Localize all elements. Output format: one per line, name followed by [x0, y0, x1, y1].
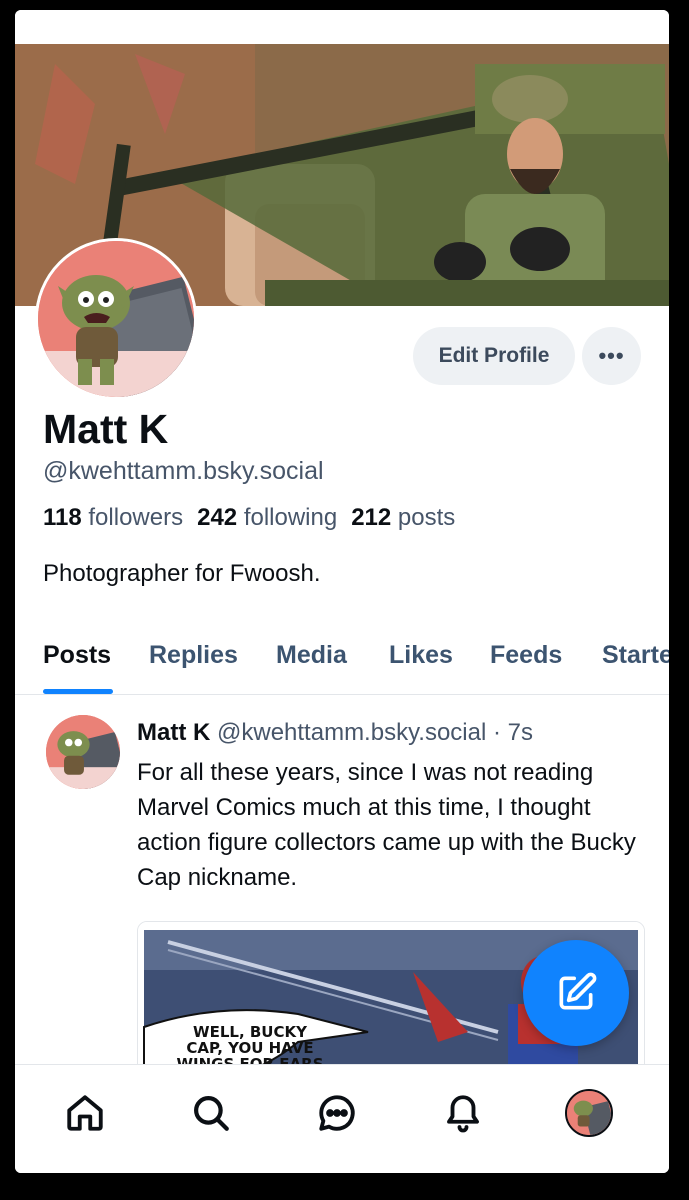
following-stat[interactable]: 242 following: [197, 504, 337, 531]
profile-avatar[interactable]: [35, 238, 197, 400]
goblin-avatar-image: [46, 715, 120, 789]
compose-post-button[interactable]: [523, 940, 629, 1046]
tab-starter-packs[interactable]: Starte: [602, 641, 669, 670]
nav-notifications[interactable]: [439, 1089, 487, 1137]
search-icon: [194, 1096, 229, 1131]
nav-home[interactable]: [61, 1089, 109, 1137]
followers-label: followers: [88, 504, 184, 531]
nav-profile[interactable]: [565, 1089, 613, 1137]
post-timestamp[interactable]: · 7s: [493, 719, 533, 746]
edit-profile-button[interactable]: Edit Profile: [413, 327, 575, 385]
chat-icon: [319, 1095, 355, 1131]
following-count: 242: [197, 504, 238, 531]
status-area: [15, 10, 669, 44]
bottom-navigation: [15, 1064, 669, 1173]
posts-stat: 212 posts: [351, 504, 455, 531]
profile-bio: Photographer for Fwoosh.: [43, 560, 321, 587]
tab-replies[interactable]: Replies: [149, 641, 238, 670]
profile-handle: @kwehttamm.bsky.social: [43, 457, 324, 485]
bell-icon: [447, 1095, 479, 1133]
posts-count: 212: [351, 504, 392, 531]
profile-stats: 118 followers 242 following 212 posts: [43, 504, 455, 532]
active-tab-indicator: [43, 689, 113, 694]
post-author-handle[interactable]: @kwehttamm.bsky.social: [217, 719, 486, 746]
tab-likes[interactable]: Likes: [389, 641, 453, 670]
comic-caption-line: CAP, YOU HAVE: [186, 1039, 314, 1057]
nav-chat[interactable]: [313, 1089, 361, 1137]
tab-feeds[interactable]: Feeds: [490, 641, 562, 670]
comic-caption-line: WELL, BUCKY: [193, 1023, 307, 1041]
followers-count: 118: [43, 504, 82, 531]
goblin-avatar-image: [38, 241, 194, 397]
followers-stat[interactable]: 118 followers: [43, 504, 183, 531]
post-author-name[interactable]: Matt K: [137, 719, 210, 746]
nav-search[interactable]: [187, 1089, 235, 1137]
profile-display-name: Matt K: [43, 406, 169, 452]
tab-posts[interactable]: Posts: [43, 641, 111, 670]
profile-avatar-small: [565, 1089, 613, 1137]
more-options-button[interactable]: •••: [582, 327, 641, 385]
tab-media[interactable]: Media: [276, 641, 347, 670]
profile-screen: Edit Profile ••• Matt K @kwehttamm.bsky.…: [15, 10, 669, 1173]
post-header: Matt K @kwehttamm.bsky.social · 7s: [137, 719, 533, 747]
profile-tabs: Posts Replies Media Likes Feeds Starte: [15, 633, 669, 695]
posts-label: posts: [397, 504, 456, 531]
post-body: For all these years, since I was not rea…: [137, 759, 636, 891]
goblin-avatar-image: [567, 1091, 611, 1135]
home-icon: [67, 1095, 103, 1131]
following-label: following: [243, 504, 338, 531]
post-author-avatar[interactable]: [46, 715, 120, 789]
compose-icon: [559, 972, 597, 1010]
